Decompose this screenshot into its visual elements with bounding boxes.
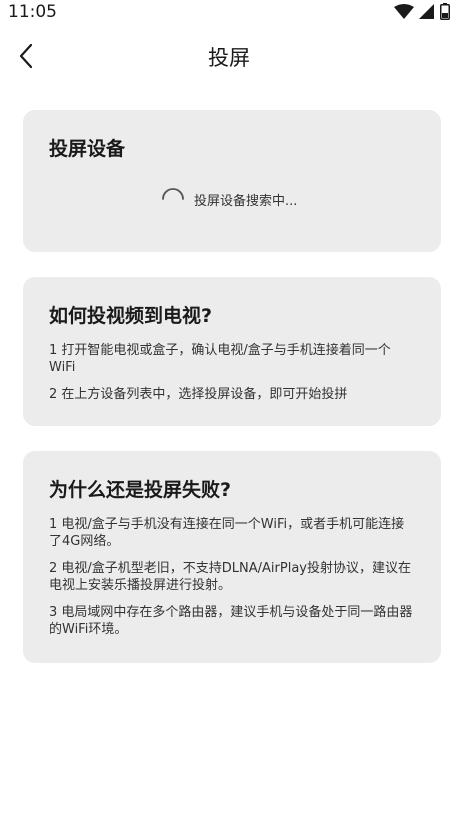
howto-tip: 2 在上方设备列表中，选择投屏设备，即可开始投拼 — [49, 387, 348, 402]
status-icons — [394, 3, 450, 20]
page-title: 投屏 — [208, 46, 250, 70]
devices-card: 投屏设备 投屏设备搜索中... — [23, 110, 441, 252]
searching-text: 投屏设备搜索中... — [194, 193, 298, 209]
howto-tip: 1 打开智能电视或盒子，确认电视/盒子与手机连接着同一个WiFi — [49, 343, 391, 375]
cellular-signal-icon — [419, 3, 434, 19]
fail-card-title: 为什么还是投屏失败? — [49, 479, 232, 501]
fail-tip: 3 电局域网中存在多个路由器，建议手机与设备处于同一路由器的WiFi环境。 — [49, 605, 413, 637]
fail-tip: 1 电视/盒子与手机没有连接在同一个WiFi，或者手机可能连接了4G网络。 — [49, 517, 405, 549]
devices-card-title: 投屏设备 — [49, 138, 126, 160]
fail-tip: 2 电视/盒子机型老旧，不支持DLNA/AirPlay投射协议，建议在电视上安装… — [49, 561, 411, 593]
howto-card-title: 如何投视频到电视? — [49, 305, 213, 327]
fail-card: 为什么还是投屏失败? 1 电视/盒子与手机没有连接在同一个WiFi，或者手机可能… — [23, 451, 441, 663]
howto-card: 如何投视频到电视? 1 打开智能电视或盒子，确认电视/盒子与手机连接着同一个Wi… — [23, 277, 441, 426]
loading-spinner-icon — [162, 188, 184, 200]
status-time: 11:05 — [8, 2, 57, 22]
wifi-icon — [394, 3, 414, 19]
battery-icon — [440, 3, 450, 20]
status-bar: 11:05 — [0, 0, 458, 24]
device-search-status: 投屏设备搜索中... — [160, 186, 297, 212]
header: 投屏 — [0, 30, 458, 80]
